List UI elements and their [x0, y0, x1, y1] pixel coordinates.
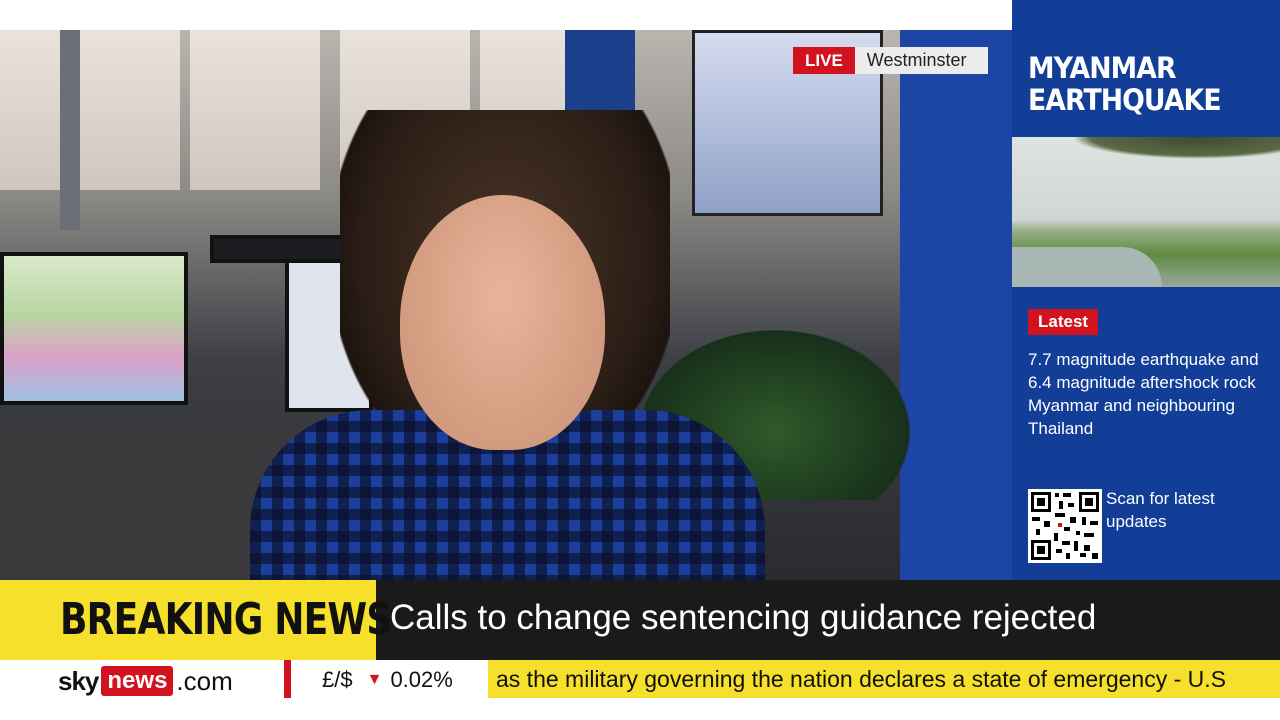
logo-news: news [101, 666, 174, 696]
breaking-headline: Calls to change sentencing guidance reje… [390, 598, 1097, 637]
panel-title-line2: EARTHQUAKE [1028, 83, 1222, 117]
news-crawl: as the military governing the nation dec… [488, 660, 1280, 698]
window [0, 30, 60, 190]
currency-ticker: £/$ ▼ 0.02% [322, 667, 453, 693]
qr-caption: Scan for latest updates [1106, 489, 1215, 531]
logo-sky: sky [58, 665, 99, 696]
logo-com: .com [176, 665, 233, 696]
video-feed [0, 30, 1012, 580]
top-margin [0, 0, 1012, 30]
breaking-news-bar: BREAKING NEWS Calls to change sentencing… [0, 580, 1280, 660]
pillar [60, 30, 80, 230]
window [80, 30, 180, 190]
qr-code-icon[interactable] [1028, 489, 1102, 563]
window [190, 30, 320, 190]
presenter-face [400, 195, 605, 450]
latest-badge: Latest [1028, 309, 1099, 335]
breaking-news-label: BREAKING NEWS [0, 580, 392, 660]
blue-wall [900, 30, 1012, 580]
panel-title-line1: MYANMAR [1028, 51, 1177, 85]
monitor [0, 252, 188, 405]
panel-title: MYANMAR EARTHQUAKE [1028, 51, 1222, 117]
side-panel: MYANMAR EARTHQUAKE Latest 7.7 magnitude … [1012, 0, 1280, 580]
red-divider [284, 660, 291, 698]
currency-pair: £/$ [322, 667, 353, 692]
live-bug: LIVE Westminster [793, 47, 989, 74]
bottom-strip: sky news .com £/$ ▼ 0.02% as the militar… [0, 660, 1280, 720]
tree-branches [1072, 137, 1280, 159]
live-label: LIVE [793, 47, 855, 74]
crawl-text: as the military governing the nation dec… [496, 666, 1226, 692]
earthquake-photo [1012, 137, 1280, 287]
latest-story: 7.7 magnitude earthquake and 6.4 magnitu… [1028, 350, 1259, 438]
sky-news-logo: sky news .com [58, 666, 233, 696]
down-arrow-icon: ▼ [366, 671, 383, 688]
currency-change: 0.02% [390, 667, 453, 692]
location-label: Westminster [854, 47, 989, 74]
breaking-news-text: BREAKING NEWS [60, 594, 392, 645]
flood-water [1012, 247, 1162, 287]
